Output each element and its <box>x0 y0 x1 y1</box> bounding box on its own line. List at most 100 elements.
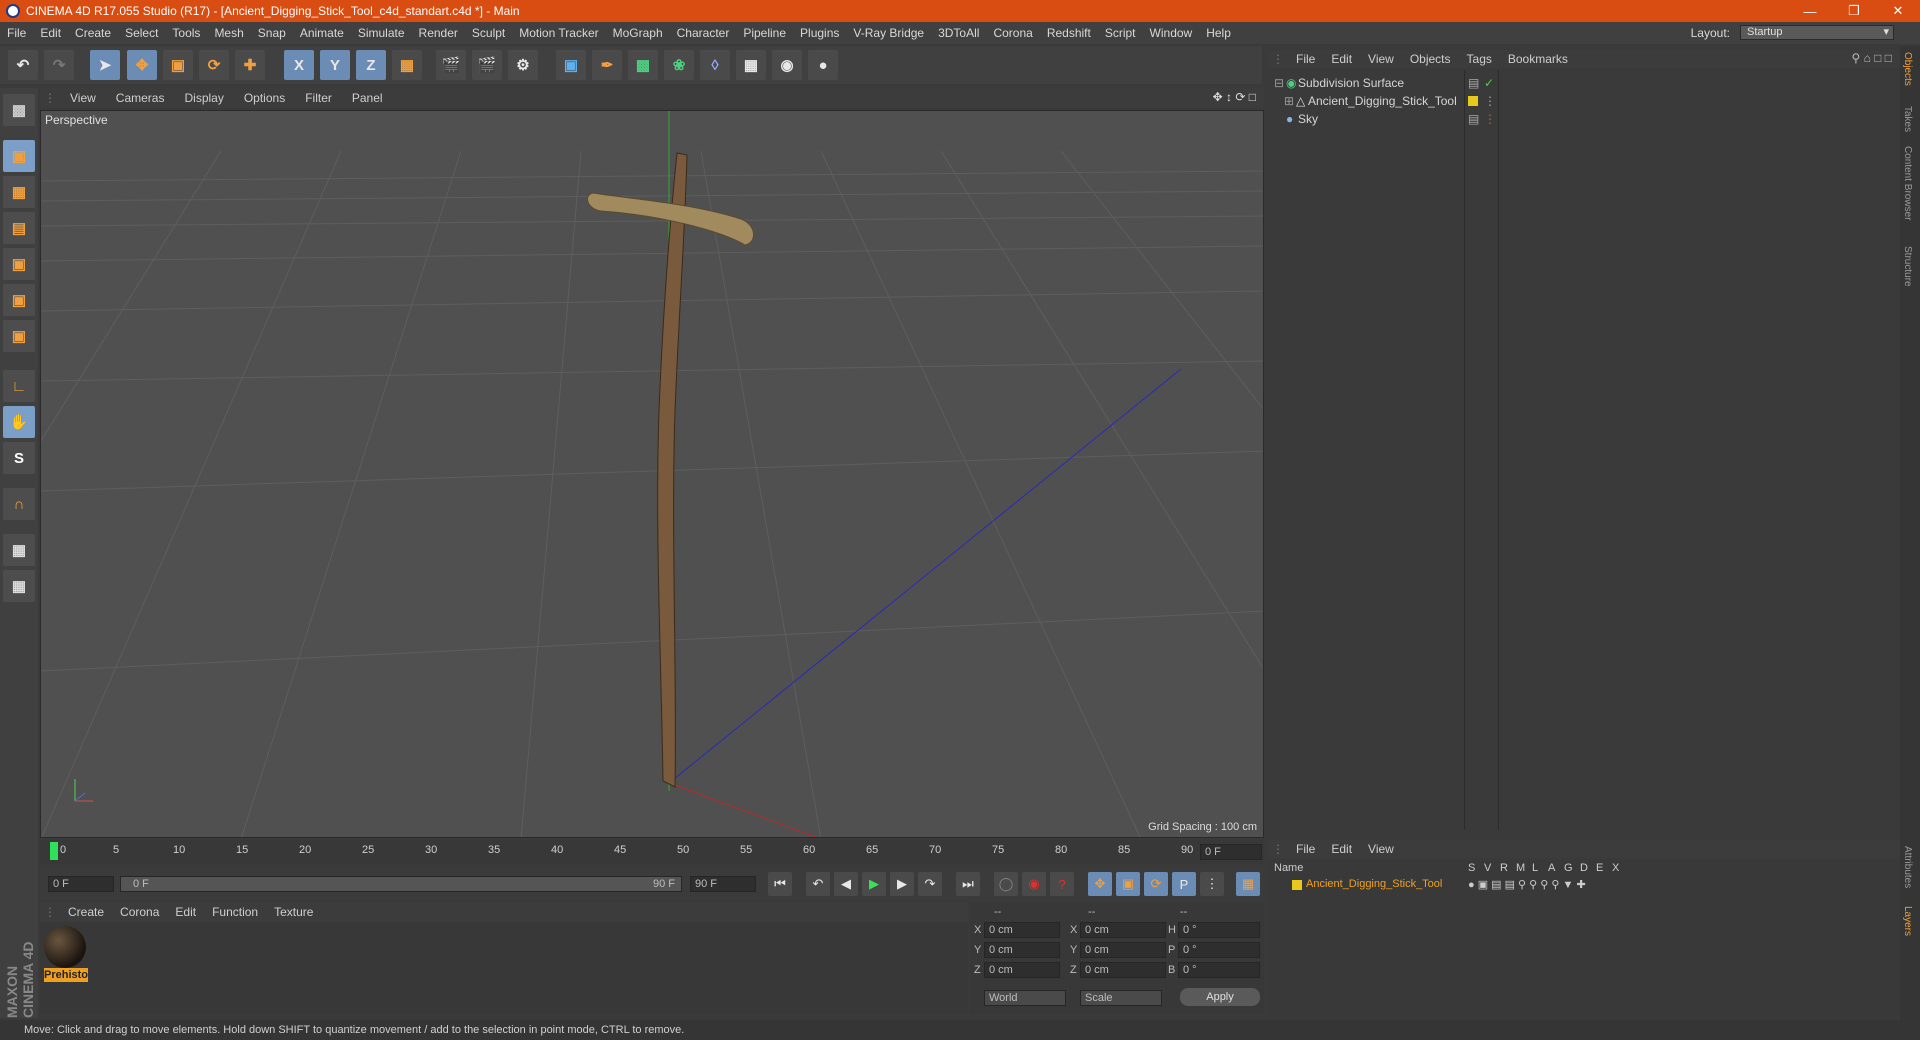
layer-row[interactable]: Ancient_Digging_Stick_Tool ● ▣ ▤ ▤ ⚲ ⚲ ⚲… <box>1268 878 1900 894</box>
layers-menu-view[interactable]: View <box>1360 842 1402 856</box>
menu-window[interactable]: Window <box>1143 26 1200 40</box>
coordinate-system-icon[interactable]: ▦ <box>392 50 422 80</box>
key-position-icon[interactable]: ✥ <box>1088 872 1112 896</box>
axis-mode-icon[interactable]: ∟ <box>3 370 35 402</box>
objects-menu-tags[interactable]: Tags <box>1459 52 1500 66</box>
solo-mode-icon[interactable]: S <box>3 442 35 474</box>
visibility-dots-icon[interactable]: ⋮ <box>1484 92 1496 110</box>
key-point-level-icon[interactable]: ⋮ <box>1200 872 1224 896</box>
key-rotation-icon[interactable]: ⟳ <box>1144 872 1168 896</box>
position-x-field[interactable]: 0 cm <box>984 922 1060 938</box>
rotation-h-field[interactable]: 0 ° <box>1178 922 1260 938</box>
material-swatch[interactable]: Prehisto <box>44 926 88 982</box>
menu-create[interactable]: Create <box>68 26 118 40</box>
menu-edit[interactable]: Edit <box>33 26 68 40</box>
next-frame-icon[interactable]: ▶ <box>890 872 914 896</box>
timeline-ruler[interactable]: 0 5 10 15 20 25 30 35 40 45 50 55 60 65 … <box>40 840 1264 864</box>
menu-script[interactable]: Script <box>1098 26 1143 40</box>
coordinate-mode-select[interactable]: World <box>984 990 1066 1006</box>
tab-attributes[interactable]: Attributes <box>1902 846 1913 888</box>
layer-color-swatch[interactable] <box>1292 880 1302 890</box>
tweak-mode-icon[interactable]: ✋ <box>3 406 35 438</box>
key-scale-icon[interactable]: ▣ <box>1116 872 1140 896</box>
planar-workplane-icon[interactable]: ▦ <box>3 570 35 602</box>
polygons-mode-icon[interactable]: ▣ <box>3 320 35 352</box>
menu-redshift[interactable]: Redshift <box>1040 26 1098 40</box>
material-menu-edit[interactable]: Edit <box>167 905 204 919</box>
object-row-sky[interactable]: ● Sky ▤ ⋮ <box>1268 110 1900 128</box>
array-object-icon[interactable]: ❀ <box>664 50 694 80</box>
objects-menu-objects[interactable]: Objects <box>1402 52 1459 66</box>
y-axis-lock-icon[interactable]: Y <box>320 50 350 80</box>
frame-range-slider[interactable]: 0 F 90 F <box>120 876 682 892</box>
objects-menu-view[interactable]: View <box>1360 52 1402 66</box>
layout-select[interactable]: Startup ▾ <box>1740 25 1894 40</box>
previous-key-icon[interactable]: ↶ <box>806 872 830 896</box>
next-key-icon[interactable]: ↷ <box>918 872 942 896</box>
layer-color-swatch[interactable] <box>1468 96 1478 106</box>
material-menu-corona[interactable]: Corona <box>112 905 167 919</box>
render-view-icon[interactable]: 🎬 <box>436 50 466 80</box>
current-frame-field[interactable]: 0 F <box>1200 844 1262 860</box>
rotation-b-field[interactable]: 0 ° <box>1178 962 1260 978</box>
move-tool-icon[interactable]: ✥ <box>127 50 157 80</box>
autokeying-icon[interactable]: ◉ <box>1022 872 1046 896</box>
close-icon[interactable]: ✕ <box>1876 0 1920 22</box>
viewport-menu-display[interactable]: Display <box>174 91 233 105</box>
go-to-end-icon[interactable]: ⏭ <box>956 872 980 896</box>
objects-menu-file[interactable]: File <box>1288 52 1323 66</box>
object-manager-tools-icons[interactable]: ⚲ ⌂ □ □ <box>1851 51 1892 65</box>
start-frame-field[interactable]: 0 F <box>48 876 114 892</box>
menu-mograph[interactable]: MoGraph <box>606 26 670 40</box>
keyframe-selection-icon[interactable]: ? <box>1050 872 1074 896</box>
restore-icon[interactable]: ❐ <box>1832 0 1876 22</box>
layers-menu-file[interactable]: File <box>1288 842 1323 856</box>
render-settings-icon[interactable]: ⚙ <box>508 50 538 80</box>
menu-select[interactable]: Select <box>118 26 165 40</box>
menu-vray-bridge[interactable]: V-Ray Bridge <box>846 26 931 40</box>
perspective-viewport[interactable]: Perspective Grid Spacing : 100 cm <box>40 110 1264 838</box>
menu-plugins[interactable]: Plugins <box>793 26 846 40</box>
viewport-menu-cameras[interactable]: Cameras <box>106 91 175 105</box>
viewport-menu-filter[interactable]: Filter <box>295 91 342 105</box>
key-parameter-icon[interactable]: P <box>1172 872 1196 896</box>
material-menu-function[interactable]: Function <box>204 905 266 919</box>
viewport-menu-options[interactable]: Options <box>234 91 295 105</box>
floor-object-icon[interactable]: ▦ <box>736 50 766 80</box>
viewport-menu-panel[interactable]: Panel <box>342 91 393 105</box>
redo-icon[interactable]: ↷ <box>44 50 74 80</box>
spline-pen-icon[interactable]: ✒ <box>592 50 622 80</box>
minimize-icon[interactable]: — <box>1788 0 1832 22</box>
tab-content-browser[interactable]: Content Browser <box>1902 146 1913 220</box>
workplane-mode-icon[interactable]: ▤ <box>3 212 35 244</box>
subdivision-generator-icon[interactable]: ▩ <box>628 50 658 80</box>
menu-tools[interactable]: Tools <box>165 26 207 40</box>
light-bulb-icon[interactable]: ● <box>808 50 838 80</box>
size-mode-select[interactable]: Scale <box>1080 990 1162 1006</box>
menu-mesh[interactable]: Mesh <box>207 26 250 40</box>
rotate-tool-icon[interactable]: ⟳ <box>199 50 229 80</box>
points-mode-icon[interactable]: ▣ <box>3 248 35 280</box>
objects-menu-bookmarks[interactable]: Bookmarks <box>1500 52 1576 66</box>
viewport-navigation-icons[interactable]: ✥ ↕ ⟳ □ <box>1213 90 1256 104</box>
object-row-digging-stick[interactable]: ⊞ △ Ancient_Digging_Stick_Tool ⋮ <box>1268 92 1900 110</box>
scale-tool-icon[interactable]: ▣ <box>163 50 193 80</box>
collapse-icon[interactable]: ⊟ <box>1274 74 1284 92</box>
menu-render[interactable]: Render <box>412 26 465 40</box>
menu-motion-tracker[interactable]: Motion Tracker <box>512 26 605 40</box>
make-editable-icon[interactable]: ▩ <box>3 94 35 126</box>
layers-menu-edit[interactable]: Edit <box>1323 842 1360 856</box>
record-active-objects-icon[interactable]: ◯ <box>994 872 1018 896</box>
model-mode-icon[interactable]: ▣ <box>3 140 35 172</box>
deformer-icon[interactable]: ◊ <box>700 50 730 80</box>
transform-tool-icon[interactable]: ✚ <box>235 50 265 80</box>
visibility-dots-icon[interactable]: ⋮ <box>1484 110 1496 128</box>
camera-icon[interactable]: ◉ <box>772 50 802 80</box>
menu-simulate[interactable]: Simulate <box>351 26 412 40</box>
enabled-check-icon[interactable]: ✓ <box>1484 74 1494 92</box>
select-pointer-icon[interactable]: ➤ <box>90 50 120 80</box>
cube-object-icon[interactable]: ▣ <box>556 50 586 80</box>
undo-icon[interactable]: ↶ <box>8 50 38 80</box>
go-to-start-icon[interactable]: ⏮ <box>768 872 792 896</box>
size-y-field[interactable]: 0 cm <box>1080 942 1166 958</box>
